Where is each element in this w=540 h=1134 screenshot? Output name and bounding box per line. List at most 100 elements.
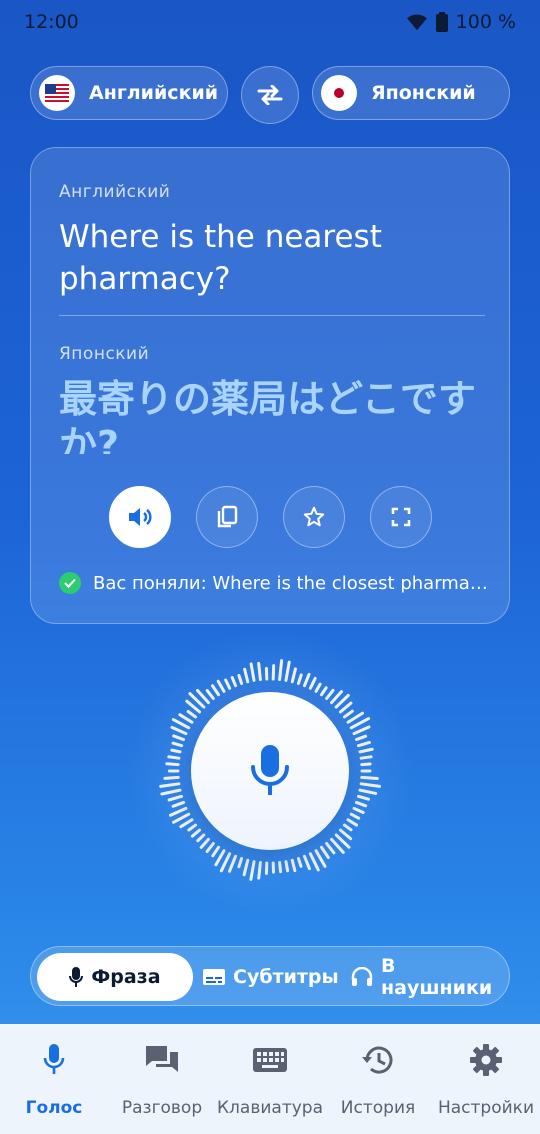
waveform-bar [230,676,238,688]
waveform-bar [237,856,244,869]
waveform-bar [179,818,194,829]
status-time: 12:00 [24,11,79,33]
waveform-bar [346,818,359,827]
waveform-bar [338,828,353,841]
nav-history[interactable]: История [324,1024,432,1134]
target-language-button[interactable]: Японский [312,66,510,120]
target-text-container: 最寄りの薬局はどこですか? [59,376,489,454]
copy-button[interactable] [196,486,258,548]
bottom-navigation: Голос Разговор Клавиатура История Настро… [0,1024,540,1134]
waveform-bar [199,837,210,849]
waveform-bar [205,689,215,701]
waveform-bar [359,782,382,788]
record-button[interactable] [191,692,349,850]
waveform-bar [342,823,353,832]
waveform-bar [172,812,191,824]
waveform-bar [349,812,361,820]
waveform-bar [325,841,336,855]
waveform-bar [338,701,353,714]
waveform-bar [219,852,232,873]
waveform-bar [196,833,206,843]
copy-icon [217,505,238,528]
history-icon [361,1042,395,1078]
waveform-bar [302,854,311,871]
waveform-bar [358,788,378,795]
waveform-bar [360,775,379,781]
headphones-icon [351,967,373,987]
waveform-bar [159,782,181,788]
mode-subtitles-label: Субтитры [233,966,339,988]
status-bar: 12:00 100 % [0,0,540,44]
source-language-button[interactable]: Английский [30,66,228,120]
waveform-bar [186,710,198,719]
waveform-bar [330,690,343,705]
waveform-bar [228,854,238,873]
mic-area [125,626,415,916]
waveform-bar [168,806,188,817]
nav-keyboard-label: Клавиатура [216,1098,323,1118]
swap-languages-button[interactable] [241,66,299,124]
gear-icon [469,1042,503,1078]
waveform-bar [360,762,372,767]
nav-settings-label: Настройки [437,1098,534,1118]
waveform-bar [352,725,371,736]
waveform-bar [190,828,202,838]
target-language-label: Японский [371,82,476,104]
waveform-bar [342,709,354,719]
waveform-bar [237,673,244,686]
waveform-bar [211,845,221,858]
keyboard-icon [253,1042,287,1078]
waveform-bar [216,679,226,693]
nav-keyboard[interactable]: Клавиатура [216,1024,324,1134]
waveform-bar [314,682,322,693]
waveform-bar [356,794,370,801]
fullscreen-button[interactable] [370,486,432,548]
waveform-bar [356,740,371,748]
nav-conversation[interactable]: Разговор [108,1024,216,1134]
waveform-bar [284,660,291,682]
waveform-bar [171,741,184,748]
waveform-bar [290,858,297,873]
waveform-bar [160,788,182,796]
waveform-bar [167,755,181,760]
waveform-bar [249,662,256,682]
waveform-bar [205,841,215,854]
source-text: Where is the nearest pharmacy? [59,219,382,297]
waveform-bar [284,860,290,873]
waveform-bar [210,684,221,697]
nav-voice-label: Голос [25,1098,83,1118]
target-text: 最寄りの薬局はどこですか? [59,377,476,454]
nav-conversation-label: Разговор [121,1098,203,1118]
waveform-bar [257,661,262,682]
waveform-bar [358,747,374,754]
waveform-bar [242,858,250,877]
waveform-bar [171,718,191,730]
waveform-bar [352,806,365,814]
battery-level: 100 % [455,11,516,33]
nav-settings[interactable]: Настройки [432,1024,540,1134]
waveform-bar [319,686,328,697]
favorite-button[interactable] [283,486,345,548]
speak-button[interactable] [109,486,171,548]
source-language-label: Английский [89,82,219,104]
nav-history-label: История [340,1098,416,1118]
recognized-speech: Вас поняли: Where is the closest pharmac… [59,572,489,594]
speaker-icon [129,508,152,526]
source-language-caption: Английский [59,182,171,202]
subtitles-icon [203,968,225,986]
mode-phrase[interactable]: Фраза [37,953,193,1001]
waveform-bar [257,860,262,880]
waveform-bar [172,734,186,742]
mode-subtitles[interactable]: Субтитры [203,953,343,1001]
waveform-bar [354,800,368,808]
battery-icon [435,12,448,32]
wifi-icon [406,14,427,31]
waveform-bar [214,849,226,867]
waveform-bar [187,823,198,832]
check-icon [59,572,81,594]
waveform-bar [165,762,180,767]
mode-headphones[interactable]: В наушники [351,953,507,1001]
mode-phrase-label: Фраза [91,966,161,988]
nav-voice[interactable]: Голос [0,1024,108,1134]
waveform-bar [170,748,182,754]
